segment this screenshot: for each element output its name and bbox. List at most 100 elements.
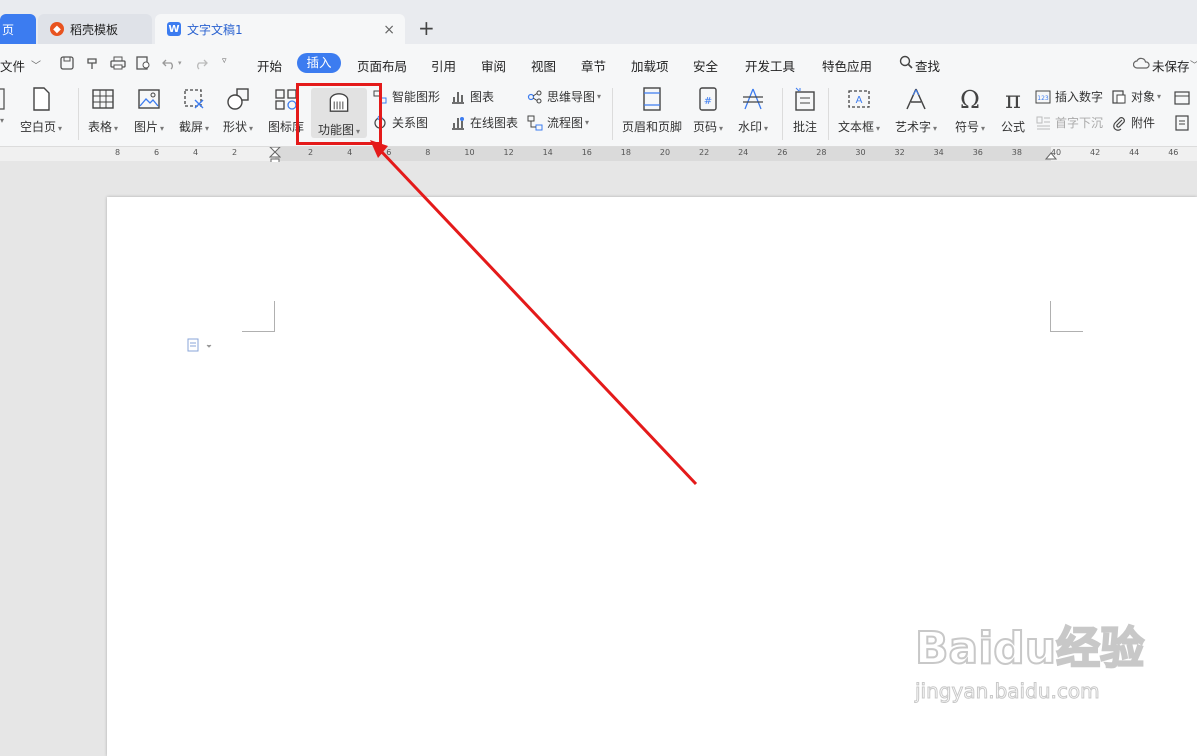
picture-button[interactable]: 图片 ▾ — [134, 86, 164, 135]
drop-cap-icon — [1036, 116, 1050, 129]
table-button[interactable]: 表格 ▾ — [88, 86, 118, 135]
menu-page-layout[interactable]: 页面布局 — [357, 56, 407, 75]
textbox-button[interactable]: A 文本框 ▾ — [838, 86, 880, 135]
ruler-label: 28 — [816, 148, 827, 157]
cloud-icon[interactable] — [1133, 57, 1151, 69]
blank-page-text: 空白页 — [20, 120, 57, 134]
insert-number-icon: 123 — [1035, 90, 1051, 103]
shape-button[interactable]: 形状 ▾ — [223, 86, 253, 135]
ruler-label: 24 — [738, 148, 749, 157]
right-indent-marker-icon[interactable] — [1045, 149, 1057, 161]
menu-review[interactable]: 审阅 — [481, 56, 506, 75]
print-icon[interactable] — [110, 56, 126, 70]
paragraph-layout-icon[interactable] — [187, 337, 217, 353]
menu-section[interactable]: 章节 — [581, 56, 606, 75]
chevron-down-icon[interactable]: ﹀ — [1190, 58, 1197, 71]
dropdown-arrow-icon: ▾ — [1157, 92, 1162, 101]
picture-label: 图片 ▾ — [134, 118, 164, 135]
menu-developer[interactable]: 开发工具 — [745, 56, 795, 75]
menu-view[interactable]: 视图 — [531, 56, 556, 75]
symbol-button[interactable]: Ω 符号 ▾ — [955, 86, 985, 135]
ruler-label: 32 — [894, 148, 905, 157]
object-button[interactable]: 对象 ▾ — [1111, 88, 1161, 105]
redo-icon[interactable] — [194, 56, 208, 70]
watermark-label: 水印 ▾ — [738, 118, 768, 135]
flowchart-button[interactable]: 流程图 ▾ — [527, 114, 589, 131]
attachment-button[interactable]: 附件 — [1111, 114, 1155, 131]
chart-icon — [452, 91, 464, 104]
watermark-button[interactable]: 水印 ▾ — [738, 86, 768, 135]
smart-graphic-label: 智能图形 — [392, 90, 441, 104]
table-label: 表格 ▾ — [88, 118, 118, 135]
insert-number-button[interactable]: 123 插入数字 — [1035, 88, 1103, 105]
dropdown-arrow-icon: ▾ — [0, 116, 5, 125]
ruler-label: 6 — [154, 148, 160, 157]
quick-access-more-icon[interactable]: ▿ — [222, 56, 227, 66]
undo-icon[interactable] — [162, 56, 176, 70]
dropdown-arrow-icon: ▾ — [114, 124, 119, 133]
wordart-button[interactable]: 艺术字 ▾ — [895, 86, 937, 135]
search-label[interactable]: 查找 — [915, 56, 940, 75]
menu-special-apps[interactable]: 特色应用 — [822, 56, 872, 75]
blank-page-button[interactable]: 空白页 ▾ — [20, 86, 62, 135]
tab-document[interactable]: W 文字文稿1 × — [155, 14, 405, 44]
table-icon — [92, 89, 114, 109]
date-icon[interactable] — [1174, 90, 1192, 106]
ruler-label: 10 — [464, 148, 475, 157]
tab-document-label: 文字文稿1 — [187, 22, 243, 37]
cover-page-icon[interactable] — [0, 88, 8, 110]
pi-formula-icon: π — [1005, 86, 1021, 112]
menu-home[interactable]: 开始 — [257, 56, 282, 75]
ruler-label: 4 — [347, 148, 353, 157]
ribbon-insert: ▾ 空白页 ▾ 表格 ▾ 图片 ▾ 截屏 ▾ 形状 ▾ 图标库 功能图 ▾ 智能图形 关系图… — [0, 82, 1197, 147]
chevron-down-icon[interactable]: ﹀ — [31, 57, 41, 72]
flowchart-icon — [527, 115, 543, 130]
save-icon[interactable] — [60, 56, 74, 70]
dropdown-arrow-icon: ▾ — [160, 124, 165, 133]
formula-button[interactable]: π 公式 — [1000, 86, 1026, 135]
search-icon[interactable] — [899, 55, 913, 69]
page-number-button[interactable]: # 页码 ▾ — [693, 86, 723, 135]
ruler-label: 12 — [503, 148, 514, 157]
menu-security[interactable]: 安全 — [693, 56, 718, 75]
ruler-label: 18 — [620, 148, 631, 157]
drop-cap-label: 首字下沉 — [1055, 116, 1104, 130]
menu-references[interactable]: 引用 — [431, 56, 456, 75]
ruler-label: 46 — [1168, 148, 1179, 157]
close-tab-icon[interactable]: × — [383, 22, 395, 38]
horizontal-ruler[interactable]: 8 6 4 2 2 4 6 8 10 12 14 16 18 20 22 24 26 28 30 32 34 36… — [0, 147, 1197, 165]
screenshot-button[interactable]: 截屏 ▾ — [179, 86, 209, 135]
undo-dropdown-icon[interactable]: ▾ — [178, 59, 182, 67]
add-tab-icon[interactable]: + — [418, 16, 435, 40]
ruler-label: 42 — [1090, 148, 1101, 157]
menu-insert[interactable]: 插入 — [297, 53, 341, 73]
ruler-label: 16 — [581, 148, 592, 157]
drop-cap-button: 首字下沉 — [1035, 114, 1103, 131]
margin-corner-top-right — [1050, 301, 1083, 332]
unsaved-status[interactable]: 未保存 — [1152, 56, 1190, 75]
print-preview-icon[interactable] — [136, 56, 152, 70]
textbox-text: 文本框 — [838, 120, 875, 134]
mind-map-icon — [527, 90, 542, 103]
smart-graphic-button[interactable]: 智能图形 — [372, 88, 440, 105]
ribbon-separator — [782, 88, 783, 140]
menu-addins[interactable]: 加载项 — [631, 56, 669, 75]
paperclip-icon — [1113, 116, 1125, 131]
watermark-icon — [743, 88, 764, 110]
ribbon-separator — [78, 88, 79, 140]
format-painter-icon[interactable] — [86, 56, 100, 70]
tab-template[interactable]: ◆ 稻壳模板 — [38, 14, 152, 44]
online-chart-button[interactable]: 在线图表 — [450, 114, 518, 131]
screenshot-label: 截屏 ▾ — [179, 118, 209, 135]
header-footer-button[interactable]: 页眉和页脚 — [622, 86, 682, 135]
mind-map-button[interactable]: 思维导图 ▾ — [527, 88, 601, 105]
writer-doc-icon: W — [167, 22, 181, 36]
document-part-icon[interactable] — [1174, 115, 1192, 131]
comment-button[interactable]: 批注 — [792, 86, 818, 135]
textbox-label: 文本框 ▾ — [838, 118, 880, 135]
tab-home[interactable]: 页 — [0, 14, 36, 44]
attachment-label: 附件 — [1131, 116, 1156, 130]
chart-button[interactable]: 图表 — [450, 88, 494, 105]
ruler-label: 2 — [232, 148, 238, 157]
menu-file[interactable]: 文件 — [0, 56, 25, 75]
